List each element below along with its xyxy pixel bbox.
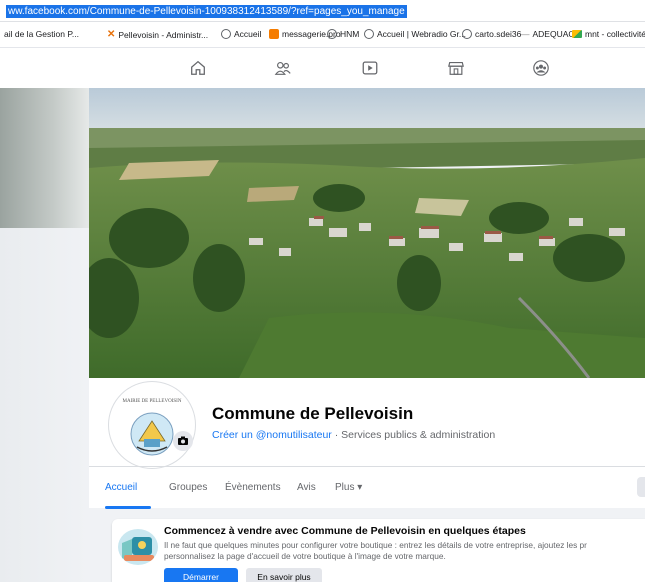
learn-more-button[interactable]: En savoir plus <box>246 568 322 582</box>
bookmark-accueil[interactable]: Accueil <box>221 29 261 39</box>
page-category: · Services publics & administration <box>331 429 496 441</box>
page-header: MAIRIE DE PELLEVOISIN Commune de Pellevo… <box>89 378 645 509</box>
tab-accueil[interactable]: Accueil <box>105 482 137 493</box>
facebook-top-nav <box>0 48 645 88</box>
card-description: Il ne faut que quelques minutes pour con… <box>164 540 644 562</box>
globe-icon <box>364 29 374 39</box>
bookmark-label: Pellevoisin - Administr... <box>118 29 209 40</box>
camera-icon[interactable] <box>173 431 193 451</box>
bookmark-label: HNM <box>340 29 360 39</box>
globe-icon <box>221 29 231 39</box>
tab-evenements[interactable]: Évènements <box>225 482 281 493</box>
friends-icon[interactable] <box>273 58 293 78</box>
bookmark-label: ail de la Gestion P... <box>4 29 79 39</box>
page-subtitle: Créer un @nomutilisateur · Services publ… <box>212 429 495 441</box>
card-title: Commencez à vendre avec Commune de Pelle… <box>164 525 526 537</box>
globe-icon <box>327 29 337 39</box>
url-text[interactable]: ww.facebook.com/Commune-de-Pellevoisin-1… <box>6 5 407 18</box>
page-tabs: Accueil Groupes Évènements Avis Plus ▾ <box>89 466 645 509</box>
active-tab-indicator <box>105 506 151 509</box>
avatar[interactable]: MAIRIE DE PELLEVOISIN <box>109 382 195 468</box>
dash-icon: — <box>521 29 530 39</box>
bookmark-label: Accueil | Webradio Gr... <box>377 29 466 39</box>
avatar-text: MAIRIE DE PELLEVOISIN <box>122 399 182 404</box>
bookmark-carto[interactable]: carto.sdei36 <box>462 29 521 39</box>
cover-photo[interactable] <box>89 88 645 378</box>
tab-groupes[interactable]: Groupes <box>169 482 207 493</box>
groups-icon[interactable] <box>531 58 551 78</box>
bookmarks-bar: ail de la Gestion P... ✕ Pellevoisin - A… <box>0 22 645 48</box>
bookmark-label: carto.sdei36 <box>475 29 522 39</box>
coat-of-arms-icon <box>130 412 174 456</box>
bookmark-label: Accueil <box>234 29 262 39</box>
shop-illustration-icon <box>118 529 158 565</box>
bookmark-webradio[interactable]: Accueil | Webradio Gr... <box>364 29 466 39</box>
bookmark-pellevoisin-admin[interactable]: ✕ Pellevoisin - Administr... <box>107 29 208 40</box>
folder-logo-icon <box>572 30 582 38</box>
bookmark-hnm[interactable]: HNM <box>327 29 359 39</box>
start-button[interactable]: Démarrer <box>164 568 238 582</box>
bookmark-mnt[interactable]: mnt - collectivités <box>572 29 645 39</box>
more-options-button[interactable] <box>637 477 645 497</box>
left-side-pane <box>0 88 89 582</box>
bookmark-gestion[interactable]: ail de la Gestion P... <box>4 29 79 39</box>
address-bar[interactable]: ww.facebook.com/Commune-de-Pellevoisin-1… <box>0 0 645 22</box>
tab-avis[interactable]: Avis <box>297 482 316 493</box>
create-username-link[interactable]: Créer un @nomutilisateur <box>212 429 332 441</box>
tab-plus[interactable]: Plus ▾ <box>335 482 362 493</box>
mail-square-icon <box>269 29 279 39</box>
bookmark-label: mnt - collectivités <box>585 29 645 39</box>
shop-setup-card: Commencez à vendre avec Commune de Pelle… <box>112 519 645 582</box>
marketplace-icon[interactable] <box>446 58 466 78</box>
globe-icon <box>462 29 472 39</box>
card-description-line: Il ne faut que quelques minutes pour con… <box>164 540 587 550</box>
cover-edge-shade <box>0 88 89 228</box>
cross-logo-icon: ✕ <box>107 29 116 40</box>
watch-icon[interactable] <box>360 58 380 78</box>
page-title: Commune de Pellevoisin <box>212 404 414 423</box>
card-description-line: personnalisez la page d'accueil de votre… <box>164 551 446 561</box>
home-icon[interactable] <box>188 58 208 78</box>
